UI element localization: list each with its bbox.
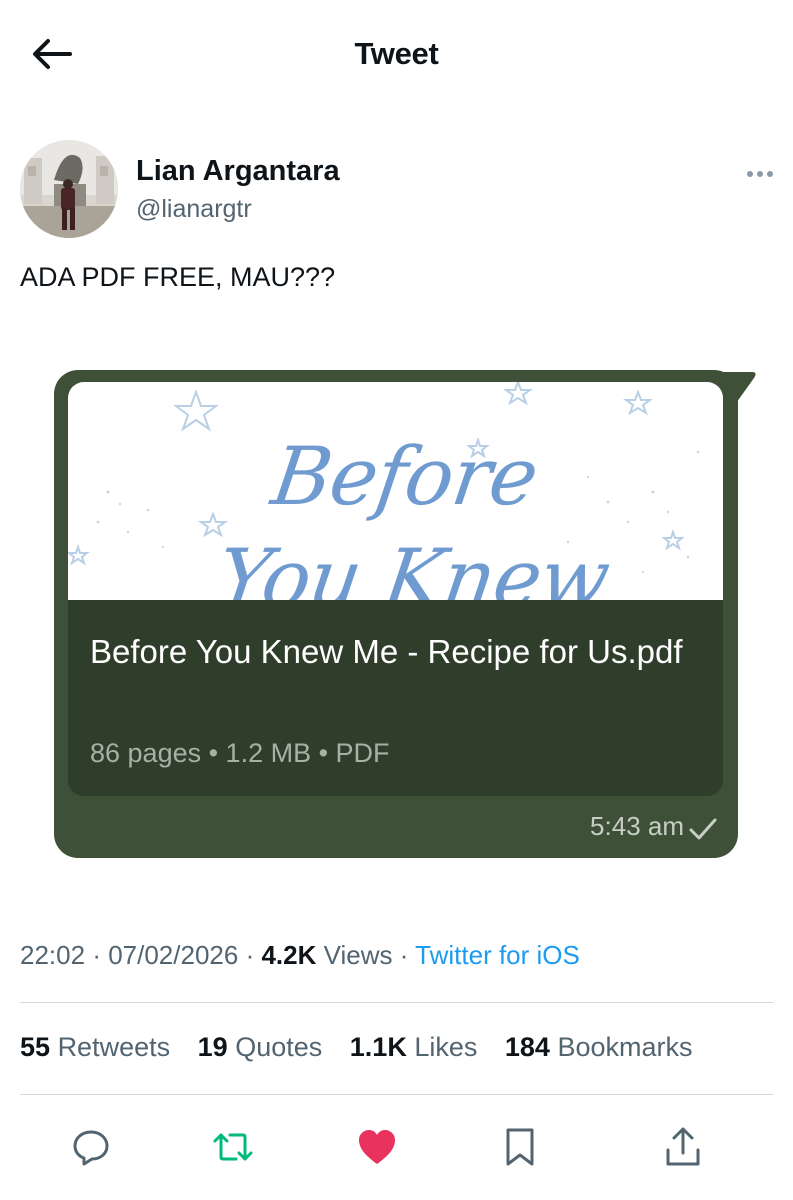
bookmark-button[interactable] <box>497 1124 543 1170</box>
tweet-meta: 22:02 · 07/02/2026 · 4.2K Views · Twitte… <box>20 940 580 971</box>
like-button[interactable] <box>354 1124 400 1170</box>
reply-button[interactable] <box>68 1124 114 1170</box>
views-count: 4.2K <box>261 940 317 970</box>
tweet-media-image[interactable]: Before You Knew Before You Knew Me - Rec… <box>52 368 756 860</box>
author-name[interactable]: Lian Argantara <box>136 155 340 188</box>
retweets-stat[interactable]: 55 Retweets <box>20 1032 170 1062</box>
quotes-label: Quotes <box>235 1032 323 1062</box>
likes-count: 1.1K <box>349 1032 407 1062</box>
bookmark-icon <box>506 1128 534 1166</box>
tweet-text: ADA PDF FREE, MAU??? <box>20 262 336 292</box>
tweet-date: 07/02/2026 <box>108 940 239 970</box>
preview-title-line2: You Knew <box>211 532 615 600</box>
bookmarks-stat[interactable]: 184 Bookmarks <box>505 1032 693 1062</box>
action-bar <box>0 1118 793 1176</box>
retweets-label: Retweets <box>57 1032 171 1062</box>
separator: · <box>399 940 416 970</box>
avatar[interactable] <box>20 140 118 238</box>
share-button[interactable] <box>660 1124 706 1170</box>
document-meta: 86 pages • 1.2 MB • PDF <box>90 738 390 768</box>
top-bar: Tweet <box>0 0 793 110</box>
engagement-stats: 55 Retweets 19 Quotes 1.1K Likes 184 Boo… <box>20 1032 713 1063</box>
document-preview: Before You Knew <box>68 382 723 600</box>
document-title: Before You Knew Me - Recipe for Us.pdf <box>90 633 683 670</box>
page-title: Tweet <box>354 36 439 71</box>
tweet-time: 22:02 <box>20 940 86 970</box>
separator: · <box>92 940 109 970</box>
check-icon <box>689 818 717 840</box>
bubble-tail <box>724 372 756 420</box>
quotes-count: 19 <box>197 1032 228 1062</box>
bookmarks-label: Bookmarks <box>557 1032 693 1062</box>
more-icon <box>747 171 773 177</box>
message-time: 5:43 am <box>590 811 684 841</box>
likes-label: Likes <box>414 1032 478 1062</box>
divider <box>20 1094 773 1095</box>
views-label: Views <box>323 940 393 970</box>
document-info: Before You Knew Me - Recipe for Us.pdf 8… <box>68 600 723 796</box>
divider <box>20 1002 773 1003</box>
separator: · <box>245 940 262 970</box>
preview-title-line1: Before <box>266 430 544 523</box>
like-icon <box>359 1130 395 1164</box>
share-icon <box>666 1127 700 1166</box>
avatar-photo <box>20 140 118 238</box>
bookmarks-count: 184 <box>504 1032 550 1062</box>
quotes-stat[interactable]: 19 Quotes <box>198 1032 323 1062</box>
retweet-icon <box>213 1133 253 1161</box>
more-options-button[interactable] <box>740 162 780 186</box>
likes-stat[interactable]: 1.1K Likes <box>350 1032 478 1062</box>
reply-icon <box>73 1130 109 1166</box>
client-link[interactable]: Twitter for iOS <box>415 940 580 970</box>
author-handle[interactable]: @lianargtr <box>136 195 252 224</box>
retweet-button[interactable] <box>210 1124 256 1170</box>
document-card[interactable]: Before You Knew Before You Knew Me - Rec… <box>68 382 723 796</box>
retweets-count: 55 <box>20 1032 51 1062</box>
